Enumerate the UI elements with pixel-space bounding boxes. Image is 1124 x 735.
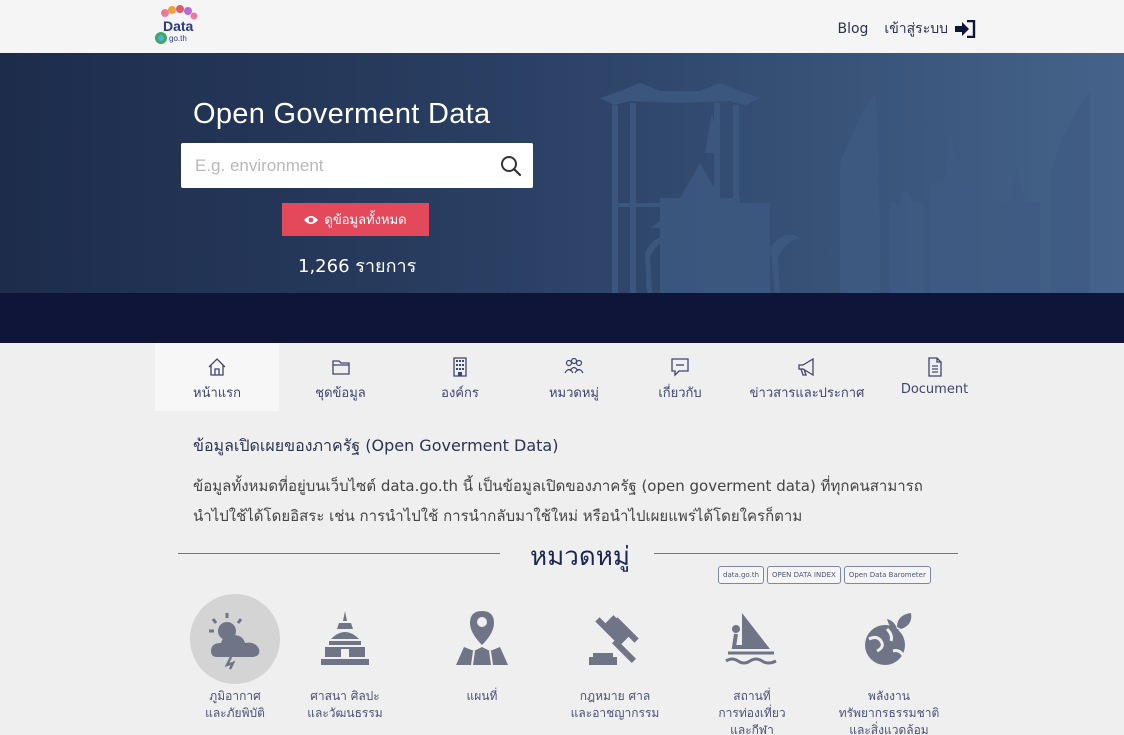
category-heading: หมวดหมู่ bbox=[529, 542, 631, 572]
description-line: นำไปใช้ได้โดยอิสระ เช่น การนำไปใช้ การนำ… bbox=[193, 507, 803, 525]
category-icon-circle bbox=[437, 594, 527, 684]
svg-text:Data: Data bbox=[163, 18, 194, 34]
badge-data-go-th[interactable]: data.go.th bbox=[718, 566, 765, 584]
category-label: กฎหมาย ศาล และอาชญากรรม bbox=[545, 688, 685, 722]
badge-open-data-index[interactable]: OPEN DATA INDEX bbox=[767, 566, 841, 584]
category-icon-circle bbox=[844, 594, 934, 684]
sign-in-icon bbox=[955, 20, 976, 38]
index-badges: data.go.th OPEN DATA INDEX Open Data Bar… bbox=[718, 566, 931, 584]
category-icon-circle bbox=[300, 594, 390, 684]
divider-line bbox=[178, 553, 500, 554]
category-energy-environment[interactable]: พลังงาน ทรัพยากรธรรมชาติ และสิ่งแวดล้อม bbox=[819, 594, 959, 735]
category-label-line: แผนที่ bbox=[466, 689, 498, 703]
category-tourism-sports[interactable]: สถานที่ การท่องเที่ยว และกีฬา bbox=[682, 594, 822, 735]
section-title: ข้อมูลเปิดเผยของภาครัฐ (Open Goverment D… bbox=[193, 436, 559, 455]
main-tabs: หน้าแรก ชุดข้อมูล องค์กร หมวดหมู่ เกี่ยว… bbox=[155, 343, 985, 411]
tab-datasets[interactable]: ชุดข้อมูล bbox=[279, 343, 402, 411]
tab-about[interactable]: เกี่ยวกับ bbox=[630, 343, 730, 411]
category-label: ศาสนา ศิลปะ และวัฒนธรรม bbox=[275, 688, 415, 722]
tab-label: Document bbox=[900, 382, 969, 397]
main-content: ข้อมูลเปิดเผยของภาครัฐ (Open Goverment D… bbox=[0, 411, 1124, 735]
search-box bbox=[181, 143, 533, 188]
dataset-count: 1,266 รายการ bbox=[298, 256, 417, 277]
top-navbar: Data go.th Blog เข้าสู่ระบบ bbox=[0, 0, 1124, 53]
folder-icon bbox=[331, 360, 350, 375]
login-link[interactable]: เข้าสู่ระบบ bbox=[884, 18, 976, 40]
tab-label: เกี่ยวกับ bbox=[658, 386, 702, 401]
top-links: Blog เข้าสู่ระบบ bbox=[837, 18, 976, 40]
tab-categories[interactable]: หมวดหมู่ bbox=[518, 343, 630, 411]
view-all-data-button[interactable]: ดูข้อมูลทั้งหมด bbox=[282, 203, 429, 236]
megaphone-icon bbox=[798, 357, 814, 377]
search-input[interactable] bbox=[181, 143, 489, 188]
hero-banner: Open Goverment Data ดูข้อมูลทั้งหมด 1,26… bbox=[0, 53, 1124, 293]
category-label-line: การท่องเที่ยว bbox=[718, 706, 786, 720]
tab-label: หน้าแรก bbox=[193, 386, 241, 401]
divider-line bbox=[654, 553, 958, 554]
tab-label: หมวดหมู่ bbox=[548, 386, 600, 401]
eye-icon bbox=[304, 215, 319, 224]
category-label: แผนที่ bbox=[412, 688, 552, 705]
tab-home[interactable]: หน้าแรก bbox=[155, 343, 279, 411]
chat-icon bbox=[671, 358, 689, 377]
temple-icon bbox=[321, 611, 369, 665]
tab-label: ชุดข้อมูล bbox=[315, 386, 366, 401]
view-all-label: ดูข้อมูลทั้งหมด bbox=[324, 213, 407, 228]
category-icon-circle bbox=[570, 594, 660, 684]
search-button[interactable] bbox=[489, 143, 533, 188]
hero-title: Open Goverment Data bbox=[193, 98, 491, 130]
blog-link[interactable]: Blog bbox=[837, 21, 868, 37]
document-icon bbox=[927, 357, 942, 377]
tab-document[interactable]: Document bbox=[884, 343, 985, 411]
svg-text:go.th: go.th bbox=[169, 34, 187, 43]
category-map[interactable]: แผนที่ bbox=[412, 594, 552, 705]
group-icon bbox=[564, 357, 584, 374]
tab-label: ข่าวสารและประกาศ bbox=[749, 386, 865, 401]
description-line: ข้อมูลทั้งหมดที่อยู่บนเว็บไซต์ data.go.t… bbox=[193, 477, 923, 495]
category-label-line: และสิ่งแวดล้อม bbox=[849, 723, 929, 735]
gavel-icon bbox=[589, 615, 639, 665]
category-icon-circle bbox=[707, 594, 797, 684]
category-label-line: ศาสนา ศิลปะ bbox=[310, 689, 380, 703]
map-pin-icon bbox=[456, 611, 508, 666]
category-icon-circle bbox=[190, 594, 280, 684]
section-description: ข้อมูลทั้งหมดที่อยู่บนเว็บไซต์ data.go.t… bbox=[193, 471, 973, 531]
category-label-line: กฎหมาย ศาล bbox=[579, 689, 651, 703]
category-religion-culture[interactable]: ศาสนา ศิลปะ และวัฒนธรรม bbox=[275, 594, 415, 722]
badge-open-data-barometer[interactable]: Open Data Barometer bbox=[843, 566, 931, 584]
windsurf-icon bbox=[725, 613, 777, 665]
category-label-line: และวัฒนธรรม bbox=[307, 706, 383, 720]
data-go-th-logo[interactable]: Data go.th bbox=[155, 5, 201, 47]
login-label: เข้าสู่ระบบ bbox=[884, 21, 948, 37]
category-label-line: และอาชญากรรม bbox=[570, 706, 660, 720]
bangkok-skyline-illustration bbox=[600, 83, 1090, 293]
category-label: สถานที่ การท่องเที่ยว และกีฬา bbox=[682, 688, 822, 735]
building-icon bbox=[453, 357, 467, 377]
category-label-line: ทรัพยากรธรรมชาติ bbox=[838, 706, 940, 720]
earth-plant-icon bbox=[865, 613, 912, 665]
home-icon bbox=[208, 358, 226, 376]
category-label: พลังงาน ทรัพยากรธรรมชาติ และสิ่งแวดล้อม bbox=[819, 688, 959, 735]
category-list: ภูมิอากาศ และภัยพิบัติ ศาสนา ศิลปะ และวั… bbox=[165, 594, 985, 735]
category-label-line: และกีฬา bbox=[730, 723, 774, 735]
weather-icon bbox=[209, 613, 260, 670]
category-label-line: สถานที่ bbox=[733, 689, 771, 703]
category-law[interactable]: กฎหมาย ศาล และอาชญากรรม bbox=[545, 594, 685, 722]
navy-band bbox=[0, 293, 1124, 343]
search-icon bbox=[501, 155, 522, 176]
category-label-line: พลังงาน bbox=[868, 689, 910, 703]
tab-label: องค์กร bbox=[441, 386, 479, 401]
tab-organizations[interactable]: องค์กร bbox=[402, 343, 518, 411]
tab-news[interactable]: ข่าวสารและประกาศ bbox=[730, 343, 884, 411]
